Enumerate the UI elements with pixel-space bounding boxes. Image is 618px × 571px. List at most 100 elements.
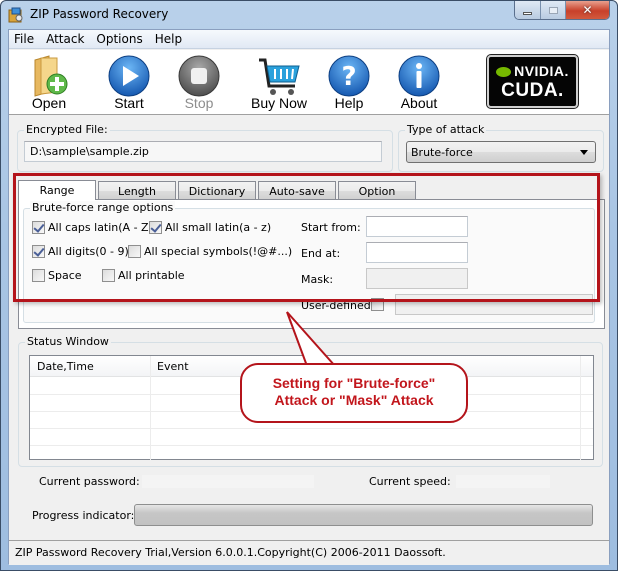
shopping-cart-icon xyxy=(259,58,300,95)
start-button[interactable]: Start xyxy=(99,50,159,114)
checkbox-box xyxy=(149,221,162,234)
checkbox-label: All digits(0 - 9) xyxy=(48,245,129,258)
checkbox-space[interactable]: Space xyxy=(32,269,82,282)
minimize-button[interactable] xyxy=(515,1,541,19)
user-defined-field[interactable] xyxy=(395,294,593,315)
toolbar: Open Start Stop Buy Now ? Help About NVI… xyxy=(9,50,609,115)
checkbox-caps-latin[interactable]: All caps latin(A - Z) xyxy=(32,221,153,234)
brute-force-range-label: Brute-force range options xyxy=(30,201,176,214)
checkbox-box xyxy=(102,269,115,282)
progress-label: Progress indicator: xyxy=(32,509,135,522)
stop-label: Stop xyxy=(184,95,214,111)
help-button[interactable]: ? Help xyxy=(319,50,379,114)
nvidia-cuda-badge: NVIDIA. CUDA. xyxy=(486,54,579,109)
current-speed-value xyxy=(456,475,550,488)
encrypted-file-group: Encrypted File: D:\sample\sample.zip xyxy=(17,123,393,172)
status-window-label: Status Window xyxy=(25,335,111,348)
tab-range[interactable]: Range xyxy=(18,180,96,200)
menu-options[interactable]: Options xyxy=(90,30,148,49)
checkbox-all-printable[interactable]: All printable xyxy=(102,269,185,282)
checkbox-small-latin[interactable]: All small latin(a - z) xyxy=(149,221,271,234)
callout-line-2: Attack or "Mask" Attack xyxy=(274,392,434,408)
stop-icon xyxy=(178,55,220,97)
end-at-label: End at: xyxy=(301,247,341,260)
maximize-button[interactable] xyxy=(541,1,566,19)
menu-help[interactable]: Help xyxy=(149,30,188,49)
about-label: About xyxy=(400,95,438,111)
checkbox-user-defined[interactable] xyxy=(371,298,387,311)
encrypted-file-label: Encrypted File: xyxy=(24,123,110,136)
end-at-field[interactable] xyxy=(366,242,468,263)
app-icon xyxy=(8,7,23,23)
open-label: Open xyxy=(31,95,67,111)
encrypted-file-field[interactable]: D:\sample\sample.zip xyxy=(24,141,382,162)
app-window: ZIP Password Recovery ✕ File Attack Opti… xyxy=(0,0,618,571)
open-folder-icon xyxy=(34,55,68,97)
column-event[interactable]: Event xyxy=(157,360,189,373)
window-controls: ✕ xyxy=(514,1,610,20)
svg-text:?: ? xyxy=(341,62,356,92)
checkbox-label: All printable xyxy=(118,269,185,282)
checkbox-special-symbols[interactable]: All special symbols(!@#...) xyxy=(128,245,292,258)
attack-type-label: Type of attack xyxy=(405,123,487,136)
nvidia-logo-icon xyxy=(496,67,512,77)
help-label: Help xyxy=(334,95,364,111)
row-divider xyxy=(30,445,593,446)
checkbox-digits[interactable]: All digits(0 - 9) xyxy=(32,245,129,258)
title-bar[interactable]: ZIP Password Recovery ✕ xyxy=(1,1,617,29)
window-title: ZIP Password Recovery xyxy=(30,7,169,21)
tab-length[interactable]: Length xyxy=(98,181,176,200)
checkbox-box xyxy=(371,298,384,311)
menu-attack[interactable]: Attack xyxy=(40,30,90,49)
help-icon: ? xyxy=(328,55,370,97)
checkbox-label: All small latin(a - z) xyxy=(165,221,272,234)
progress-bar xyxy=(134,504,593,526)
start-from-field[interactable] xyxy=(366,216,468,237)
checkbox-box xyxy=(32,269,45,282)
checkbox-label: All special symbols(!@#...) xyxy=(144,245,293,258)
play-icon xyxy=(108,55,150,97)
close-icon: ✕ xyxy=(582,3,593,17)
tab-dictionary[interactable]: Dictionary xyxy=(178,181,256,200)
checkbox-box xyxy=(32,245,45,258)
cuda-text: CUDA. xyxy=(501,80,564,101)
callout-line-1: Setting for "Brute-force" xyxy=(272,375,436,391)
tab-auto-save[interactable]: Auto-save xyxy=(258,181,336,200)
attack-type-select[interactable]: Brute-force xyxy=(406,141,596,163)
start-from-label: Start from: xyxy=(301,221,361,234)
info-icon xyxy=(398,55,440,97)
checkbox-label: All caps latin(A - Z) xyxy=(48,221,153,234)
column-date-time[interactable]: Date,Time xyxy=(37,360,94,373)
buy-now-button[interactable]: Buy Now xyxy=(249,50,309,114)
stop-button[interactable]: Stop xyxy=(169,50,229,114)
close-button[interactable]: ✕ xyxy=(566,1,609,19)
buy-now-label: Buy Now xyxy=(250,95,308,111)
checkbox-box xyxy=(128,245,141,258)
current-password-label: Current password: xyxy=(39,475,140,488)
annotation-callout: Setting for "Brute-force" Attack or "Mas… xyxy=(240,363,468,423)
current-speed-label: Current speed: xyxy=(369,475,451,488)
current-password-value xyxy=(142,475,314,488)
status-bar-text: ZIP Password Recovery Trial,Version 6.0.… xyxy=(15,546,446,559)
tab-strip: Range Length Dictionary Auto-save Option xyxy=(18,180,418,200)
client-area: File Attack Options Help Open Start Stop… xyxy=(8,29,610,565)
callout-pointer xyxy=(286,311,338,367)
tab-option[interactable]: Option xyxy=(338,181,416,200)
attack-type-value: Brute-force xyxy=(411,146,473,159)
minimize-icon xyxy=(523,11,532,15)
menu-file[interactable]: File xyxy=(9,30,40,49)
menu-bar: File Attack Options Help xyxy=(9,30,609,49)
about-button[interactable]: About xyxy=(389,50,449,114)
checkbox-label: Space xyxy=(48,269,82,282)
row-divider xyxy=(30,428,593,429)
mask-field[interactable] xyxy=(366,268,468,289)
dropdown-arrow-icon xyxy=(580,150,588,155)
open-button[interactable]: Open xyxy=(19,50,79,114)
maximize-icon xyxy=(548,6,558,14)
status-bar: ZIP Password Recovery Trial,Version 6.0.… xyxy=(9,540,609,565)
checkbox-box xyxy=(32,221,45,234)
start-label: Start xyxy=(114,95,144,111)
mask-label: Mask: xyxy=(301,273,334,286)
brute-force-range-group: Brute-force range options All caps latin… xyxy=(23,201,595,323)
nvidia-text: NVIDIA. xyxy=(514,63,569,79)
